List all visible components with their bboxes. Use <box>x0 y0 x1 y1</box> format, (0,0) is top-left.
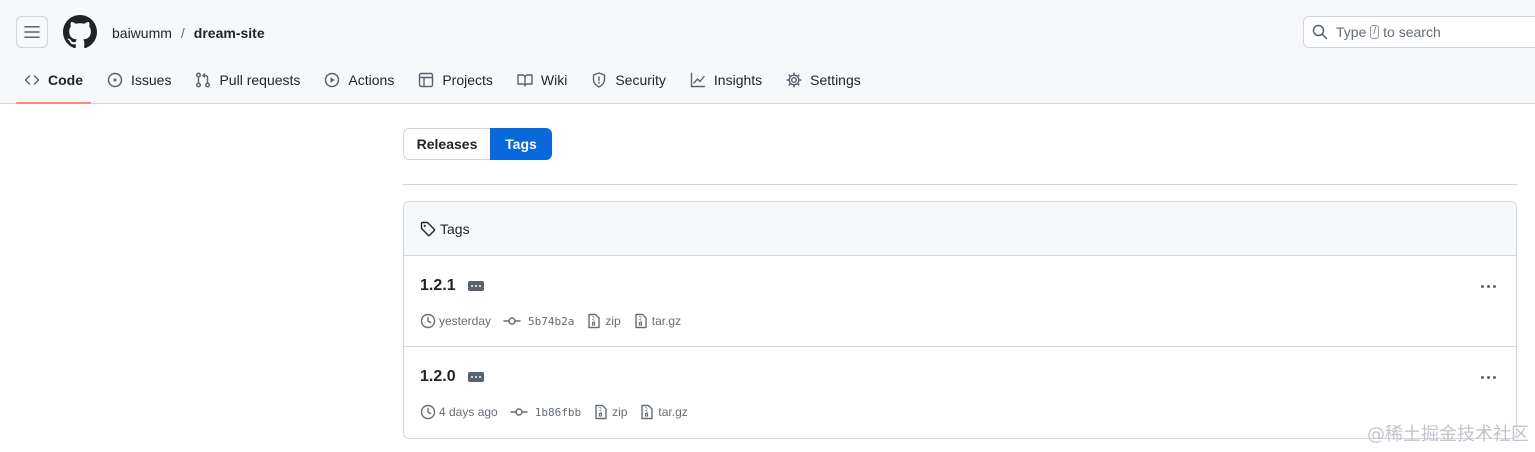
tag-commit: 1b86fbb <box>510 404 581 420</box>
expand-details-button[interactable] <box>467 372 484 382</box>
search-suffix: to search <box>1383 24 1441 40</box>
tag-zip: zip <box>586 313 621 329</box>
search-shortcut-key: / <box>1370 25 1380 39</box>
tab-label: Code <box>48 72 83 88</box>
tab-label: Pull requests <box>219 72 301 88</box>
file-zip-icon <box>588 313 601 329</box>
github-logo-icon[interactable] <box>63 15 97 49</box>
tab-wiki[interactable]: Wiki <box>509 64 575 96</box>
kebab-horizontal-icon[interactable] <box>1478 278 1498 294</box>
tag-targz: tar.gz <box>639 404 688 420</box>
expand-details-button[interactable] <box>467 281 484 291</box>
tag-date: yesterday <box>420 313 491 329</box>
repo-header: baiwumm / dream-site Type / to search Co… <box>0 0 1535 104</box>
repo-owner-link[interactable]: baiwumm <box>112 25 172 41</box>
clock-icon <box>420 313 436 329</box>
breadcrumb-separator: / <box>180 25 185 41</box>
tag-row: 1.2.0 4 days ago 1b86fbb zip tar.gz <box>404 347 1516 438</box>
tag-zip: zip <box>593 404 627 420</box>
file-zip-icon <box>635 313 647 329</box>
watermark: @稀土掘金技术社区 <box>1367 424 1529 445</box>
tab-label: Projects <box>442 72 493 88</box>
tag-meta: 4 days ago 1b86fbb zip tar.gz <box>420 404 700 420</box>
commit-sha-link[interactable]: 5b74b2a <box>528 315 574 328</box>
tag-name-link[interactable]: 1.2.1 <box>420 277 456 295</box>
releases-tags-switch: Releases Tags <box>403 128 552 160</box>
tab-pull-requests[interactable]: Pull requests <box>187 64 308 96</box>
tab-label: Actions <box>348 72 395 88</box>
targz-download-link[interactable]: tar.gz <box>652 314 681 328</box>
file-zip-icon <box>641 404 654 420</box>
table-icon <box>419 72 434 88</box>
tag-date-text: yesterday <box>439 314 492 328</box>
search-prefix: Type <box>1336 24 1367 40</box>
tag-name-link[interactable]: 1.2.0 <box>420 368 456 386</box>
tab-label: Wiki <box>540 72 568 88</box>
zip-download-link[interactable]: zip <box>605 314 620 328</box>
tags-box: Tags 1.2.1 yesterday 5b74b2a zip tar.gz <box>403 201 1517 439</box>
git-commit-icon <box>510 408 528 416</box>
tag-date: 4 days ago <box>420 404 498 420</box>
breadcrumb: baiwumm / dream-site <box>112 24 265 42</box>
graph-icon <box>690 72 706 88</box>
tag-meta: yesterday 5b74b2a zip tar.gz <box>420 313 693 329</box>
tab-insights[interactable]: Insights <box>682 64 770 96</box>
code-icon <box>24 75 40 85</box>
issue-opened-icon <box>107 72 123 88</box>
tab-projects[interactable]: Projects <box>410 64 501 96</box>
search-icon <box>1312 24 1328 40</box>
hamburger-icon <box>24 26 40 38</box>
commit-sha-link[interactable]: 1b86fbb <box>535 406 581 419</box>
section-divider <box>403 184 1517 185</box>
shield-icon <box>593 72 606 88</box>
play-icon <box>325 72 340 88</box>
tag-title-line: 1.2.0 <box>420 368 484 386</box>
git-pull-request-icon <box>196 72 211 88</box>
tab-actions[interactable]: Actions <box>316 64 402 96</box>
repo-name-link[interactable]: dream-site <box>194 25 265 41</box>
releases-button[interactable]: Releases <box>403 128 490 160</box>
kebab-horizontal-icon[interactable] <box>1478 369 1498 385</box>
tag-row: 1.2.1 yesterday 5b74b2a zip tar.gz <box>404 256 1516 347</box>
repo-nav-tabs: Code Issues Pull requests Actions Projec… <box>16 64 877 104</box>
book-icon <box>517 74 533 87</box>
tags-box-title: Tags <box>440 220 470 237</box>
clock-icon <box>420 404 436 420</box>
tag-title-line: 1.2.1 <box>420 277 484 295</box>
tab-label: Settings <box>810 72 861 88</box>
targz-download-link[interactable]: tar.gz <box>658 405 687 419</box>
tag-icon <box>420 221 436 236</box>
gear-icon <box>786 72 802 88</box>
tab-label: Security <box>615 72 666 88</box>
tab-label: Insights <box>713 72 763 88</box>
file-zip-icon <box>595 404 607 420</box>
tab-settings[interactable]: Settings <box>778 64 869 96</box>
tab-label: Issues <box>131 72 172 88</box>
tab-security[interactable]: Security <box>583 64 674 96</box>
git-commit-icon <box>503 317 521 325</box>
tag-targz: tar.gz <box>633 313 681 329</box>
tag-date-text: 4 days ago <box>439 405 498 419</box>
tab-issues[interactable]: Issues <box>99 64 179 96</box>
tag-commit: 5b74b2a <box>503 313 574 329</box>
search-input[interactable]: Type / to search <box>1303 16 1535 48</box>
tab-code[interactable]: Code <box>16 64 91 104</box>
hamburger-menu-button[interactable] <box>16 16 48 48</box>
tags-button[interactable]: Tags <box>490 128 552 160</box>
tags-box-header: Tags <box>404 202 1516 256</box>
zip-download-link[interactable]: zip <box>612 405 627 419</box>
